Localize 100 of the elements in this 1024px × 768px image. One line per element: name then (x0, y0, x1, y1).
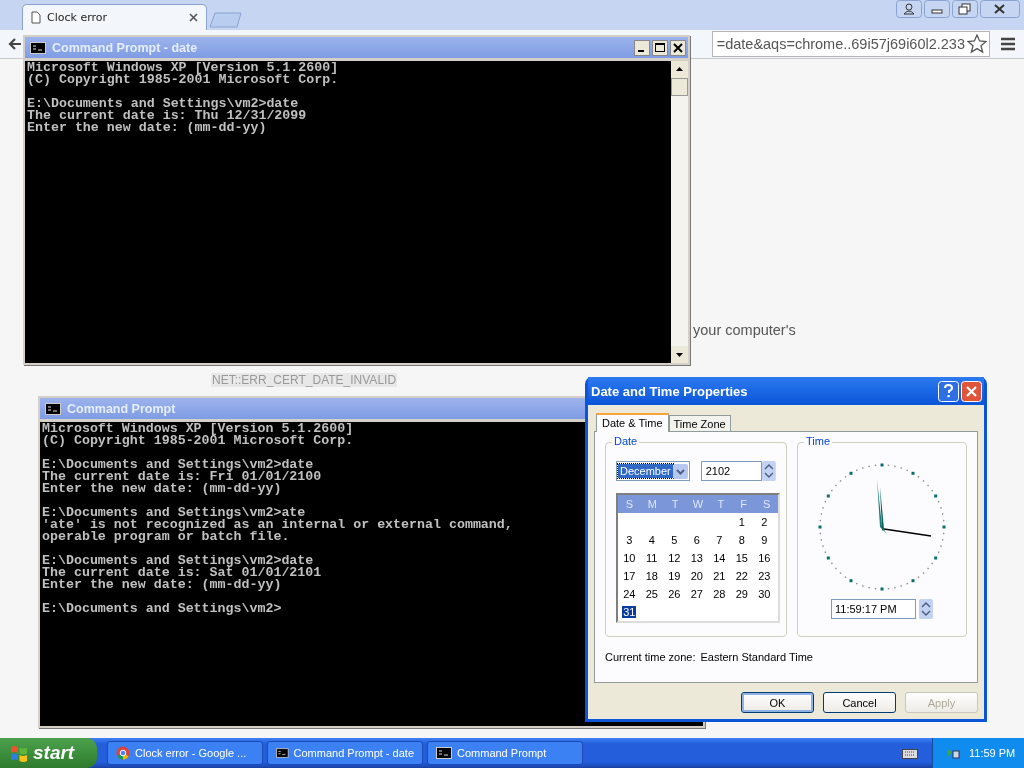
spin-button[interactable] (762, 461, 776, 481)
start-button[interactable]: start (0, 738, 97, 768)
calendar-day[interactable]: 4 (647, 534, 656, 546)
calendar-day[interactable]: 15 (734, 552, 749, 564)
dialog-tab[interactable]: Date & Time (596, 413, 669, 432)
time-field[interactable]: 11:59:17 PM (831, 599, 916, 619)
calendar-day[interactable]: 24 (622, 588, 637, 600)
console-icon (436, 747, 452, 759)
calendar-day[interactable]: 11 (645, 552, 659, 564)
maximize-button[interactable] (652, 39, 668, 56)
spin-button[interactable] (919, 599, 933, 619)
timezone-label: Current time zone: (605, 651, 696, 663)
close-icon[interactable] (980, 0, 1020, 18)
taskbar-button[interactable]: Command Prompt (427, 741, 583, 765)
address-bar[interactable]: =date&aqs=chrome..69i57j69i60l2.233 (711, 31, 990, 57)
weekday-label: S (624, 498, 635, 510)
calendar-day[interactable]: 18 (644, 570, 659, 582)
page-text: your computer's (693, 322, 796, 338)
taskbar-clock: 11:59 PM (969, 747, 1016, 759)
calendar-day[interactable]: 25 (644, 588, 659, 600)
console-icon (30, 41, 46, 54)
calendar-day[interactable]: 3 (625, 534, 634, 546)
year-field[interactable]: 2102 (700, 461, 763, 481)
weekday-label: W (691, 498, 705, 510)
calendar-day[interactable]: 16 (757, 552, 772, 564)
calendar-day[interactable]: 13 (689, 552, 704, 564)
group-label: Time (804, 435, 833, 447)
dialog-button[interactable]: Cancel (823, 692, 896, 713)
console-line: operable program or batch file. (42, 531, 290, 543)
console-icon (45, 402, 61, 415)
console-line: Enter the new date: (mm-dd-yy) (42, 579, 282, 591)
console-line: Enter the new date: (mm-dd-yy) (27, 122, 267, 134)
star-icon[interactable] (967, 34, 987, 54)
console-line: (C) Copyright 1985-2001 Microsoft Corp. (42, 435, 354, 447)
console-line: The current date is: Sat 01/01/2101 (42, 567, 322, 579)
calendar-day[interactable]: 22 (734, 570, 749, 582)
calendar-day[interactable]: 10 (622, 552, 637, 564)
dialog-tab[interactable]: Time Zone (668, 415, 731, 431)
calendar-day[interactable]: 31 (622, 606, 637, 618)
calendar-day[interactable]: 20 (689, 570, 704, 582)
calendar-day[interactable]: 8 (737, 534, 746, 546)
calendar-day[interactable]: 17 (622, 570, 637, 582)
console-line: Microsoft Windows XP [Version 5.1.2600] (27, 62, 339, 74)
calendar-day[interactable]: 27 (689, 588, 704, 600)
calendar-day[interactable]: 14 (712, 552, 727, 564)
console-line: E:\Documents and Settings\vm2> (42, 603, 282, 615)
help-button[interactable] (938, 380, 959, 402)
calendar-day[interactable]: 26 (667, 588, 682, 600)
close-button[interactable] (670, 39, 686, 56)
minimize-button[interactable] (634, 39, 650, 56)
taskbar-button[interactable]: Clock error - Google ... (107, 741, 263, 765)
windows-logo-icon (10, 744, 28, 762)
calendar-day[interactable]: 21 (712, 570, 727, 582)
calendar-day[interactable]: 23 (757, 570, 772, 582)
error-code: NET::ERR_CERT_DATE_INVALID (211, 373, 398, 387)
close-icon[interactable] (189, 13, 198, 22)
calendar-day[interactable]: 2 (760, 516, 769, 528)
calendar-day[interactable]: 30 (757, 588, 772, 600)
group-label: Date (612, 435, 640, 447)
calendar-day[interactable]: 1 (737, 516, 746, 528)
calendar-day[interactable]: 29 (734, 588, 749, 600)
timezone-value: Eastern Standard Time (700, 651, 813, 663)
calendar-day[interactable]: 5 (670, 534, 679, 546)
menu-icon[interactable] (1000, 37, 1016, 51)
page-icon (31, 11, 41, 24)
calendar-day[interactable]: 12 (667, 552, 682, 564)
calendar-day[interactable]: 6 (692, 534, 701, 546)
console-icon (276, 747, 289, 759)
keyboard-icon[interactable] (902, 747, 918, 759)
console-line: 'ate' is not recognized as an internal or external command, (42, 519, 513, 531)
window-title: Command Prompt (67, 401, 176, 416)
dialog-title: Date and Time Properties (591, 383, 748, 399)
weekday-label: T (716, 498, 726, 510)
user-icon[interactable] (896, 0, 922, 18)
weekday-label: T (670, 498, 680, 510)
console-line: The current date is: Fri 01/01/2100 (42, 471, 322, 483)
window-title: Command Prompt - date (52, 40, 198, 55)
restore-icon[interactable] (952, 0, 978, 18)
calendar-day[interactable]: 9 (760, 534, 769, 546)
weekday-label: F (739, 498, 749, 510)
weekday-label: S (761, 498, 772, 510)
browser-icon (116, 746, 130, 760)
dialog-button[interactable]: OK (741, 692, 814, 713)
browser-tab[interactable]: Clock error (22, 4, 207, 30)
console-line: E:\Documents and Settings\vm2>date (27, 98, 299, 110)
weekday-label: M (646, 498, 658, 510)
console-line: Microsoft Windows XP [Version 5.1.2600] (42, 423, 354, 435)
console-line: E:\Documents and Settings\vm2>ate (42, 507, 306, 519)
console-line: E:\Documents and Settings\vm2>date (42, 459, 314, 471)
console-line: (C) Copyright 1985-2001 Microsoft Corp. (27, 74, 339, 86)
month-dropdown[interactable]: December (616, 461, 690, 481)
console-line: The current date is: Thu 12/31/2099 (27, 110, 307, 122)
taskbar-button[interactable]: Command Prompt - date (267, 741, 423, 765)
scroll-thumb[interactable] (671, 78, 688, 96)
back-arrow-icon[interactable] (8, 37, 22, 51)
calendar-day[interactable]: 7 (715, 534, 724, 546)
calendar-day[interactable]: 19 (667, 570, 682, 582)
console-line: Enter the new date: (mm-dd-yy) (42, 483, 282, 495)
console-line: E:\Documents and Settings\vm2>date (42, 555, 314, 567)
calendar-day[interactable]: 28 (712, 588, 727, 600)
